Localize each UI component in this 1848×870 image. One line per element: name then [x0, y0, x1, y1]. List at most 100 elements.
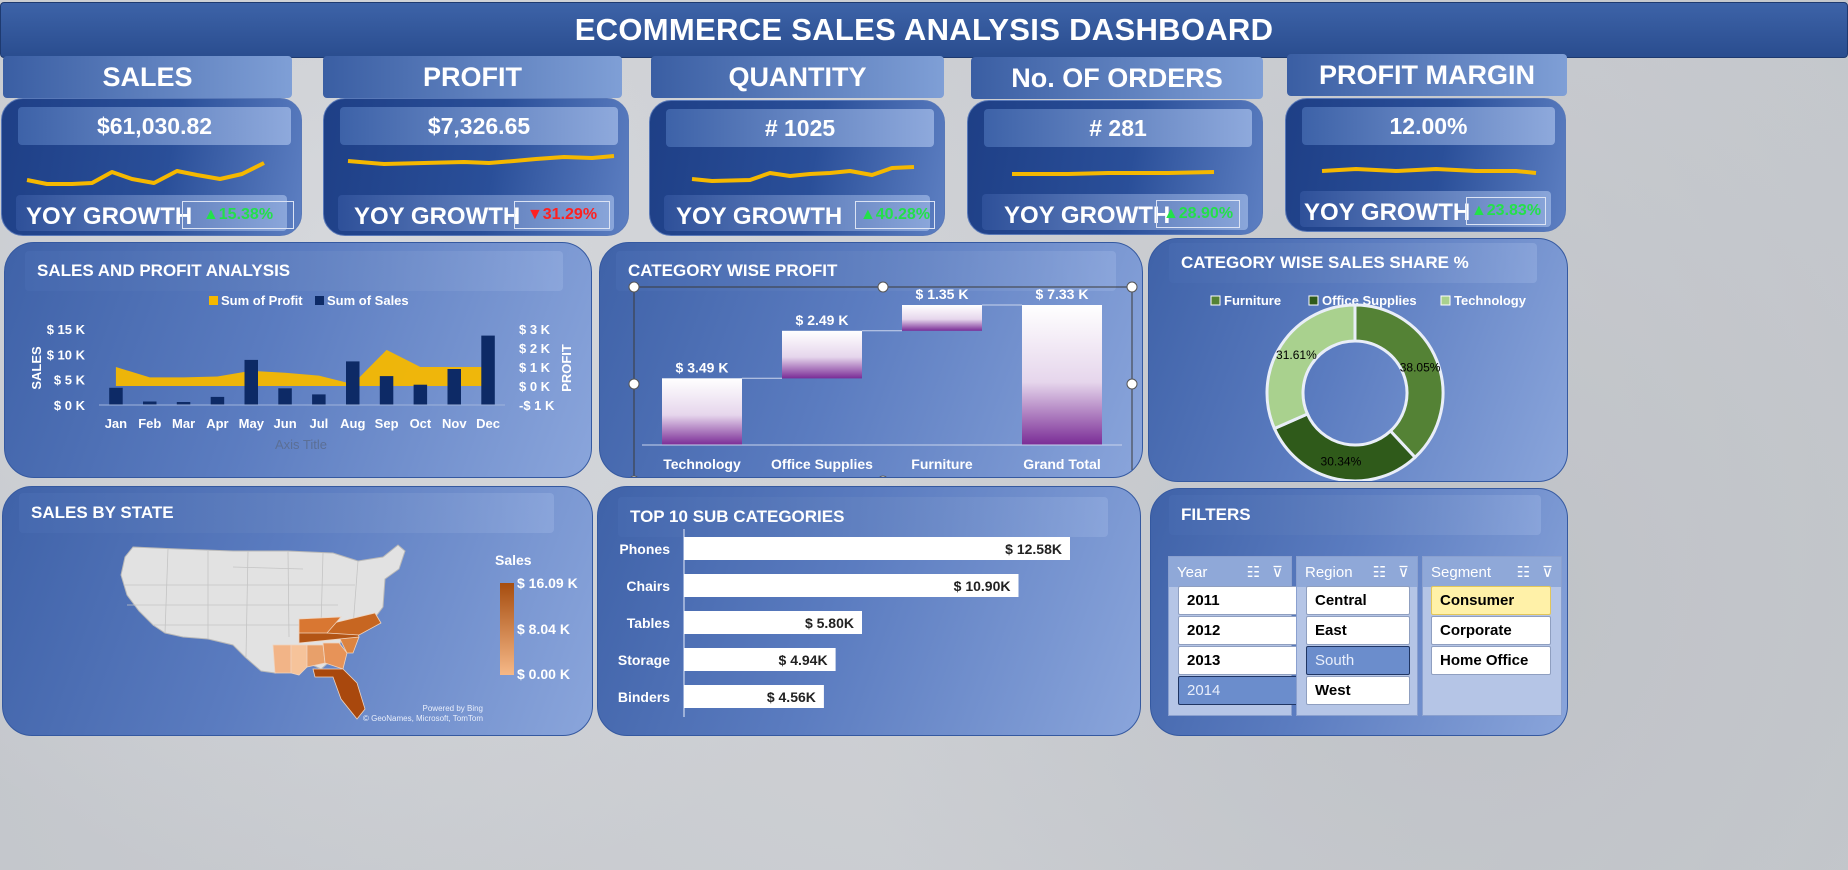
resize-handle [1126, 378, 1138, 390]
us-outline [120, 544, 406, 674]
category-profit-panel: CATEGORY WISE PROFIT $ 3.49 K Technology $… [599, 242, 1143, 478]
y-tick-left: $ 0 K [54, 398, 86, 413]
kpi-card-quantity: # 1025 YOY GROWTH ▲40.28% [649, 100, 945, 236]
kpi-title-orders: No. OF ORDERS [971, 57, 1263, 99]
subcategory-data-label: $ 10.90K [954, 578, 1011, 594]
sales-bar [413, 384, 428, 405]
kpi-card-profit: $7,326.65 YOY GROWTH ▼31.29% [323, 98, 629, 236]
x-tick: Jun [274, 416, 297, 431]
us-map[interactable]: Sales $ 16.09 K $ 8.04 K $ 0.00 K Powere… [3, 487, 593, 736]
waterfall-category-label: Furniture [911, 456, 973, 472]
waterfall-bar [902, 305, 982, 331]
legend-label: Technology [1454, 293, 1527, 308]
sales-profit-panel: SALES AND PROFIT ANALYSIS Sum of Profit S… [4, 242, 592, 478]
slicer-title: Year [1177, 563, 1208, 581]
map-credit: © GeoNames, Microsoft, TomTom [363, 714, 483, 723]
y-tick-right: $ 1 K [519, 360, 551, 375]
waterfall-bar [662, 378, 742, 445]
kpi-card-orders: # 281 YOY GROWTH ▲28.90% [967, 100, 1263, 235]
y-axis-title-left: SALES [29, 346, 44, 390]
sales-bar [312, 394, 326, 405]
multi-select-icon[interactable]: ☷ [1517, 563, 1530, 581]
x-tick: Aug [340, 416, 365, 431]
clear-filter-icon[interactable]: ⊽ [1398, 563, 1409, 581]
resize-handle [877, 281, 889, 293]
multi-select-icon[interactable]: ☷ [1373, 563, 1386, 581]
y-axis-title-right: PROFIT [559, 344, 574, 392]
region-item-central[interactable]: Central [1306, 586, 1410, 615]
kpi-title-profit: PROFIT [323, 56, 622, 98]
x-tick: Jan [105, 416, 127, 431]
donut-data-label: 38.05% [1400, 360, 1441, 374]
year-item-2013[interactable]: 2013 [1178, 646, 1302, 675]
year-item-2012[interactable]: 2012 [1178, 616, 1302, 645]
legend-swatch [1210, 295, 1221, 306]
sales-bar [481, 335, 495, 405]
map-legend-tick: $ 0.00 K [517, 666, 570, 682]
sales-by-state-panel: SALES BY STATE Sales $ 16.09 K $ 8.04 K … [2, 486, 593, 736]
region-item-south[interactable]: South [1306, 646, 1410, 675]
sales-bar [143, 401, 157, 405]
kpi-title-quantity: QUANTITY [651, 56, 944, 98]
sales-bar [447, 369, 461, 405]
kpi-title-sales: SALES [3, 56, 292, 98]
subcategory-data-label: $ 5.80K [805, 615, 854, 631]
segment-item-home-office[interactable]: Home Office [1431, 646, 1551, 675]
yoy-growth-value: ▲15.38% [182, 201, 294, 229]
clear-filter-icon[interactable]: ⊽ [1542, 563, 1553, 581]
waterfall-bar [1022, 305, 1102, 445]
y-tick-right: $ 0 K [519, 379, 551, 394]
y-tick-left: $ 10 K [47, 347, 86, 362]
year-item-2014[interactable]: 2014 [1178, 676, 1302, 705]
sales-bar [210, 396, 225, 405]
filters-panel: FILTERS Year ☷ ⊽ 2011 2012 2013 2014 Reg… [1150, 488, 1568, 736]
slicer-title: Segment [1431, 563, 1492, 581]
region-item-west[interactable]: West [1306, 676, 1410, 705]
yoy-growth-value: ▲40.28% [855, 201, 935, 229]
map-legend-tick: $ 8.04 K [517, 621, 570, 637]
year-item-2011[interactable]: 2011 [1178, 586, 1302, 615]
resize-handle [628, 281, 640, 293]
kpi-title-profit-margin: PROFIT MARGIN [1287, 54, 1567, 96]
sales-bar [109, 387, 123, 405]
category-profit-chart: $ 3.49 K Technology $ 2.49 K Office Supplie… [628, 281, 1138, 477]
sales-bar [346, 361, 360, 405]
y-tick-right: $ 2 K [519, 341, 551, 356]
subcategory-data-label: $ 4.94K [779, 652, 828, 668]
profit-area-series [115, 349, 489, 386]
map-legend-title: Sales [495, 552, 532, 568]
yoy-label: YOY GROWTH [354, 203, 521, 230]
sales-share-panel: CATEGORY WISE SALES SHARE % Furniture Off… [1148, 238, 1568, 482]
yoy-label: YOY GROWTH [1304, 199, 1471, 226]
segment-item-consumer[interactable]: Consumer [1431, 586, 1551, 615]
y-tick-right: -$ 1 K [519, 398, 555, 413]
subcategory-name: Tables [627, 615, 671, 631]
y-tick-left: $ 15 K [47, 322, 86, 337]
x-tick: Mar [172, 416, 195, 431]
multi-select-icon[interactable]: ☷ [1247, 563, 1260, 581]
subcategory-name: Phones [619, 541, 670, 557]
donut-slice [1272, 412, 1418, 481]
kpi-card-profit-margin: 12.00% YOY GROWTH ▲23.83% [1285, 98, 1566, 232]
yoy-label: YOY GROWTH [1004, 202, 1171, 229]
slicer-header: Segment ☷ ⊽ [1423, 557, 1561, 587]
legend-sales: Sum of Sales [327, 293, 409, 308]
sales-bar [278, 388, 292, 405]
map-credit: Powered by Bing [423, 704, 483, 713]
resize-handle [1126, 281, 1138, 293]
yoy-growth-value: ▲23.83% [1466, 197, 1546, 225]
subcategory-data-label: $ 4.56K [767, 689, 816, 705]
region-item-east[interactable]: East [1306, 616, 1410, 645]
sales-share-donut: Furniture Office Supplies Technology38.05%… [1210, 293, 1527, 481]
y-tick-right: $ 3 K [519, 322, 551, 337]
waterfall-data-label: $ 2.49 K [796, 312, 849, 328]
waterfall-category-label: Office Supplies [771, 456, 873, 472]
resize-handle [630, 475, 638, 477]
segment-item-corporate[interactable]: Corporate [1431, 616, 1551, 645]
yoy-label: YOY GROWTH [676, 203, 843, 230]
slicer-header: Region ☷ ⊽ [1297, 557, 1417, 587]
clear-filter-icon[interactable]: ⊽ [1272, 563, 1283, 581]
subcategory-name: Chairs [626, 578, 670, 594]
dashboard-title: ECOMMERCE SALES ANALYSIS DASHBOARD [0, 2, 1848, 58]
legend-swatch [1308, 295, 1319, 306]
